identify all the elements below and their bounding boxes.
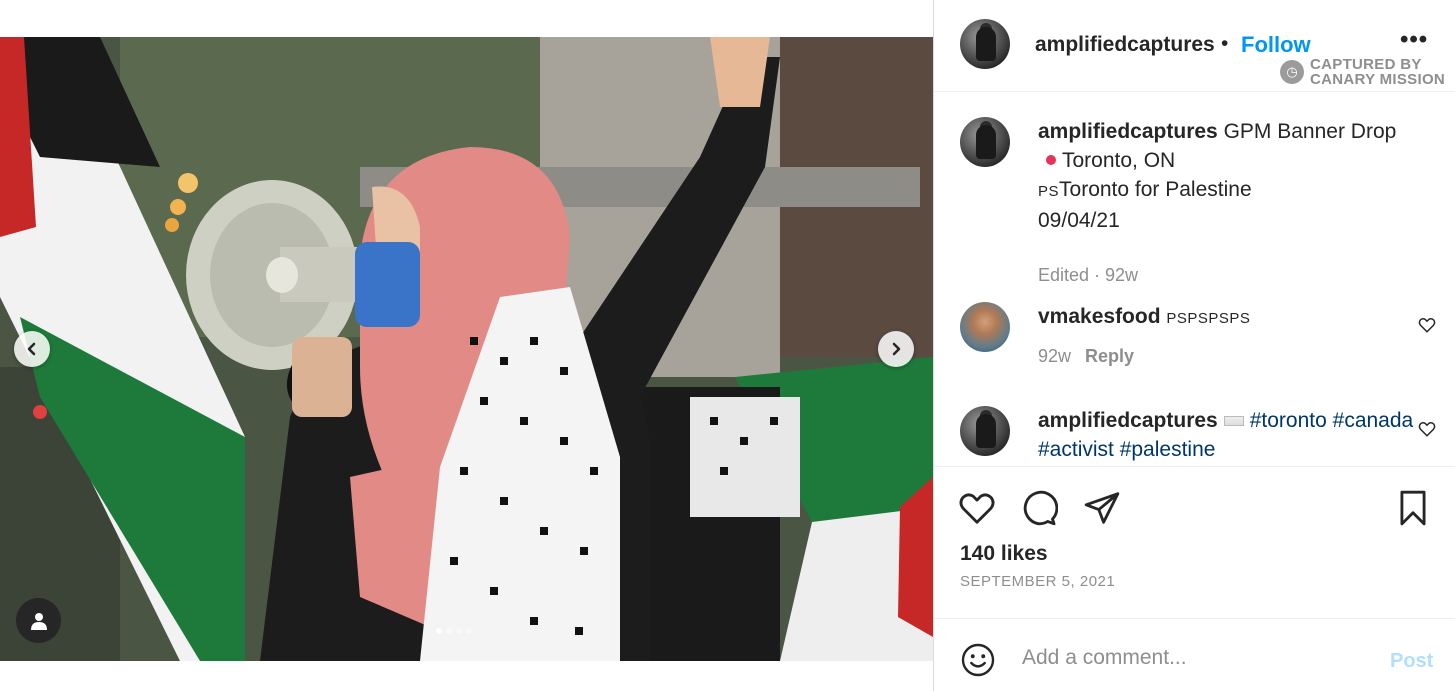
avatar[interactable] xyxy=(960,406,1010,456)
hashtag[interactable]: #palestine xyxy=(1120,438,1216,461)
carousel-prev-button[interactable] xyxy=(14,331,50,367)
caption-org: Toronto for Palestine xyxy=(1059,178,1252,201)
comment-icon[interactable] xyxy=(1020,489,1058,527)
carousel-indicator xyxy=(436,628,472,634)
post-button[interactable]: Post xyxy=(1390,650,1433,673)
heart-icon[interactable] xyxy=(958,489,996,527)
carousel-dot xyxy=(466,628,472,634)
heart-icon[interactable] xyxy=(1418,420,1436,438)
post-photo[interactable] xyxy=(0,37,933,661)
watermark-line2: CANARY MISSION xyxy=(1310,71,1446,88)
reply-button[interactable]: Reply xyxy=(1085,346,1134,366)
clock-icon: ◷ xyxy=(1280,60,1304,84)
comment-username[interactable]: amplifiedcaptures xyxy=(1038,409,1218,432)
likes-count[interactable]: 140 likes xyxy=(960,542,1048,566)
heart-icon[interactable] xyxy=(1418,316,1436,334)
photo-illustration xyxy=(0,37,933,661)
carousel-next-button[interactable] xyxy=(878,331,914,367)
avatar[interactable] xyxy=(960,19,1010,69)
header-username[interactable]: amplifiedcaptures xyxy=(1035,33,1215,57)
caption-text: amplifiedcaptures GPM Banner Drop Toront… xyxy=(1038,117,1418,235)
caption-meta: Edited · 92w xyxy=(1038,265,1139,285)
post-date[interactable]: SEPTEMBER 5, 2021 xyxy=(960,573,1115,590)
separator-dot: • xyxy=(1221,32,1229,55)
avatar[interactable] xyxy=(960,302,1010,352)
tagged-users-button[interactable] xyxy=(16,598,61,643)
caption-title: GPM Banner Drop xyxy=(1223,120,1397,143)
emoji-icon[interactable] xyxy=(960,642,996,678)
comments-section: amplifiedcaptures GPM Banner Drop Toront… xyxy=(934,92,1455,466)
follow-button[interactable]: Follow xyxy=(1241,32,1311,58)
carousel-dot xyxy=(456,628,462,634)
bookmark-icon[interactable] xyxy=(1394,489,1432,527)
carousel-dot xyxy=(446,628,452,634)
post-header: amplifiedcaptures • Follow ••• ◷ CAPTURE… xyxy=(934,0,1455,92)
hashtag[interactable]: #activist xyxy=(1038,438,1114,461)
carousel-dot xyxy=(436,628,442,634)
comment-composer: Post xyxy=(934,618,1455,691)
caption-location: Toronto, ON xyxy=(1062,149,1176,172)
comment-meta: 92w Reply xyxy=(1038,346,1134,367)
share-icon[interactable] xyxy=(1083,489,1121,527)
post-side-panel: amplifiedcaptures • Follow ••• ◷ CAPTURE… xyxy=(933,0,1455,691)
comment-body: PSPSPSPS xyxy=(1166,310,1251,327)
media-area xyxy=(0,0,933,691)
watermark-line1: CAPTURED BY xyxy=(1310,56,1422,73)
flag-icon xyxy=(1223,416,1244,427)
comment-username[interactable]: vmakesfood xyxy=(1038,305,1161,328)
avatar[interactable] xyxy=(960,117,1010,167)
hashtag[interactable]: #canada xyxy=(1333,409,1414,432)
comment-input[interactable] xyxy=(1022,641,1382,675)
comment-text: amplifiedcaptures #toronto #canada #activ… xyxy=(1038,406,1418,464)
user-tag-icon xyxy=(30,612,47,630)
hashtag[interactable]: #toronto xyxy=(1250,409,1327,432)
chevron-left-icon xyxy=(27,342,36,356)
caption-username[interactable]: amplifiedcaptures xyxy=(1038,120,1218,143)
caption-org-prefix: PS xyxy=(1038,183,1060,200)
pin-icon xyxy=(1046,155,1056,165)
comment-age: 92w xyxy=(1038,346,1072,366)
chevron-right-icon xyxy=(892,342,901,356)
more-options-button[interactable]: ••• xyxy=(1400,26,1428,54)
caption-date: 09/04/21 xyxy=(1038,209,1120,232)
comment-text: vmakesfood PSPSPSPS xyxy=(1038,302,1418,333)
watermark: ◷ CAPTURED BY CANARY MISSION xyxy=(1280,57,1445,87)
action-bar: 140 likes SEPTEMBER 5, 2021 xyxy=(934,466,1455,618)
